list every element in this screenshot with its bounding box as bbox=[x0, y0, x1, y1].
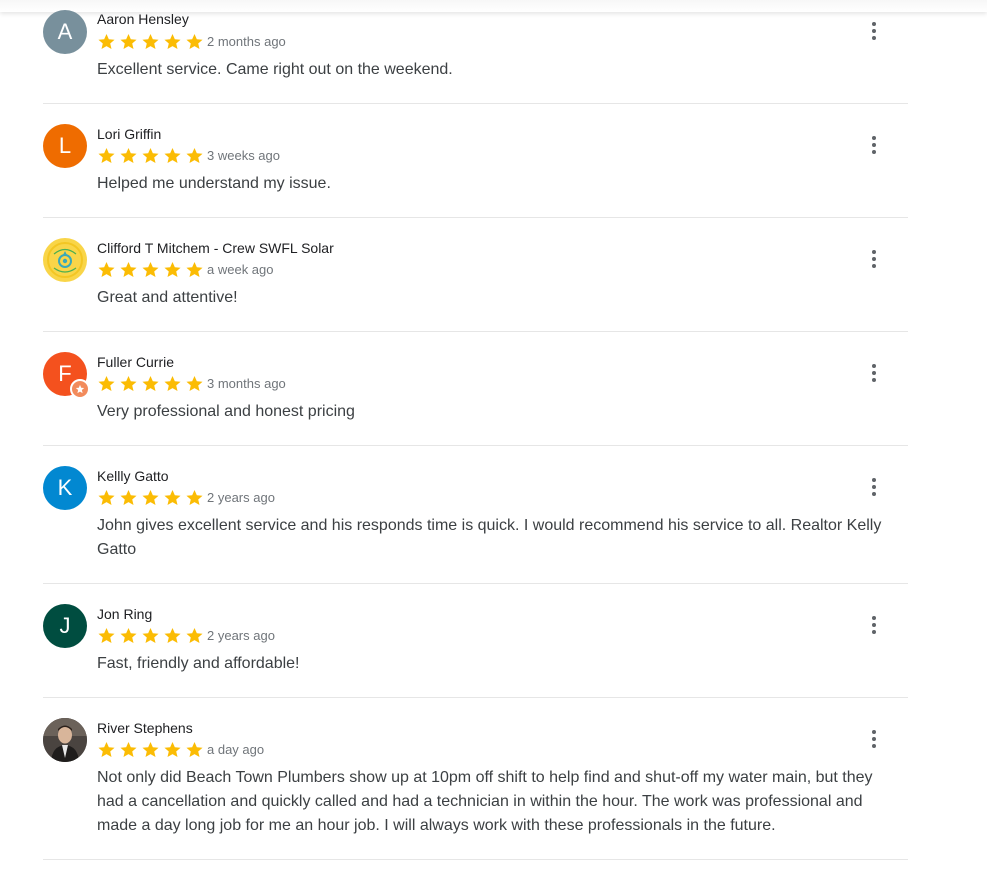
review-item: River Stephens a day ago Not only did Be… bbox=[43, 698, 908, 860]
company-logo-avatar bbox=[43, 238, 87, 282]
review-text: Great and attentive! bbox=[97, 289, 238, 306]
star-rating bbox=[97, 739, 207, 759]
more-vert-icon[interactable] bbox=[862, 247, 886, 271]
review-text: John gives excellent service and his res… bbox=[97, 517, 882, 558]
more-vert-icon[interactable] bbox=[862, 361, 886, 385]
star-icon bbox=[164, 147, 181, 163]
avatar-initial: K bbox=[57, 475, 73, 500]
avatar[interactable]: A bbox=[43, 10, 87, 54]
avatar[interactable]: J bbox=[43, 604, 87, 648]
profile-photo-avatar bbox=[43, 718, 87, 762]
star-rating bbox=[97, 487, 207, 507]
review-date: a day ago bbox=[207, 742, 265, 757]
star-icon bbox=[142, 741, 159, 757]
review-item: J Jon Ring 2 years ago Fast, friendly an… bbox=[43, 584, 908, 698]
star-rating bbox=[97, 259, 207, 279]
review-text: Helped me understand my issue. bbox=[97, 175, 331, 192]
reviewer-name[interactable]: Aaron Hensley bbox=[97, 11, 189, 27]
star-icon bbox=[164, 375, 181, 391]
star-icon bbox=[142, 261, 159, 277]
reviewer-name[interactable]: Jon Ring bbox=[97, 606, 152, 622]
star-rating bbox=[97, 145, 207, 165]
reviews-list: A Aaron Hensley 2 months ago Excellent s… bbox=[43, 0, 908, 860]
star-icon bbox=[164, 627, 181, 643]
star-icon bbox=[186, 33, 203, 49]
star-icon bbox=[98, 261, 115, 277]
review-date: a week ago bbox=[207, 262, 274, 277]
star-icon bbox=[142, 147, 159, 163]
star-icon bbox=[186, 489, 203, 505]
avatar-initial: A bbox=[57, 19, 73, 44]
reviewer-name[interactable]: Lori Griffin bbox=[97, 126, 161, 142]
more-vert-icon[interactable] bbox=[862, 133, 886, 157]
review-date: 2 years ago bbox=[207, 490, 275, 505]
review-date: 2 years ago bbox=[207, 628, 275, 643]
star-icon bbox=[164, 261, 181, 277]
star-icon bbox=[98, 147, 115, 163]
star-icon bbox=[186, 627, 203, 643]
star-icon bbox=[120, 627, 137, 643]
more-vert-icon[interactable] bbox=[862, 613, 886, 637]
review-item: K Kellly Gatto 2 years ago John gives ex… bbox=[43, 446, 908, 584]
reviewer-name[interactable]: Kellly Gatto bbox=[97, 468, 169, 484]
more-vert-icon[interactable] bbox=[862, 727, 886, 751]
star-icon bbox=[120, 33, 137, 49]
review-date: 2 months ago bbox=[207, 34, 286, 49]
star-icon bbox=[142, 33, 159, 49]
avatar[interactable]: L bbox=[43, 124, 87, 168]
review-item: Clifford T Mitchem - Crew SWFL Solar a w… bbox=[43, 218, 908, 332]
review-text: Excellent service. Came right out on the… bbox=[97, 61, 453, 78]
review-text: Not only did Beach Town Plumbers show up… bbox=[97, 769, 873, 834]
star-icon bbox=[186, 375, 203, 391]
star-icon bbox=[186, 261, 203, 277]
star-icon bbox=[120, 261, 137, 277]
star-icon bbox=[142, 627, 159, 643]
star-icon bbox=[120, 375, 137, 391]
star-icon bbox=[98, 741, 115, 757]
reviewer-name[interactable]: River Stephens bbox=[97, 720, 193, 736]
star-icon bbox=[142, 489, 159, 505]
star-icon bbox=[164, 489, 181, 505]
avatar-initial: L bbox=[58, 133, 72, 158]
review-text: Fast, friendly and affordable! bbox=[97, 655, 300, 672]
star-icon bbox=[164, 33, 181, 49]
reviewer-name[interactable]: Fuller Currie bbox=[97, 354, 174, 370]
avatar[interactable] bbox=[43, 718, 87, 762]
star-icon bbox=[98, 33, 115, 49]
star-rating bbox=[97, 625, 207, 645]
star-icon bbox=[120, 147, 137, 163]
star-icon bbox=[164, 741, 181, 757]
review-date: 3 weeks ago bbox=[207, 148, 280, 163]
reviewer-name[interactable]: Clifford T Mitchem - Crew SWFL Solar bbox=[97, 240, 334, 256]
avatar-initial: J bbox=[59, 613, 71, 638]
star-icon bbox=[186, 741, 203, 757]
star-icon bbox=[142, 375, 159, 391]
more-vert-icon[interactable] bbox=[862, 19, 886, 43]
star-rating bbox=[97, 31, 207, 51]
review-item: L Lori Griffin 3 weeks ago Helped me und… bbox=[43, 104, 908, 218]
star-icon bbox=[120, 489, 137, 505]
review-text: Very professional and honest pricing bbox=[97, 403, 355, 420]
avatar[interactable] bbox=[43, 238, 87, 282]
more-vert-icon[interactable] bbox=[862, 475, 886, 499]
star-rating bbox=[97, 373, 207, 393]
avatar[interactable]: F bbox=[43, 352, 90, 399]
review-date: 3 months ago bbox=[207, 376, 286, 391]
star-icon bbox=[98, 375, 115, 391]
review-item: F Fuller Currie 3 months ago Very profes… bbox=[43, 332, 908, 446]
star-icon bbox=[120, 741, 137, 757]
star-icon bbox=[98, 489, 115, 505]
review-item: A Aaron Hensley 2 months ago Excellent s… bbox=[43, 0, 908, 104]
star-icon bbox=[186, 147, 203, 163]
star-icon bbox=[98, 627, 115, 643]
avatar[interactable]: K bbox=[43, 466, 87, 510]
local-guide-star-icon bbox=[70, 379, 90, 399]
